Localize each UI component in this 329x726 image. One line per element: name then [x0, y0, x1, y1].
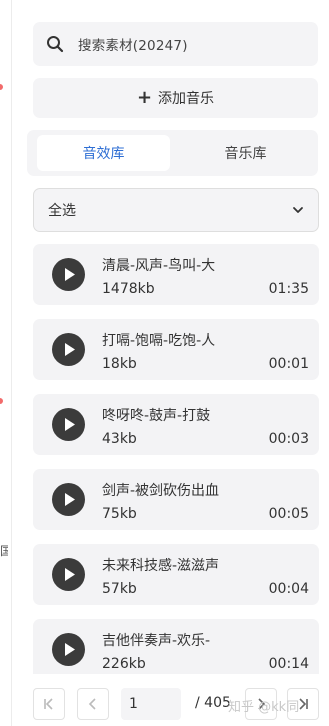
left-edge-strip: 国: [0, 0, 12, 726]
list-item[interactable]: 吉他伴奏声-欢乐- 226kb 00:14: [33, 619, 319, 674]
sound-duration: 00:01: [268, 356, 309, 372]
first-page-icon: [44, 698, 53, 710]
sound-list: 清晨-风声-鸟叫-大 1478kb 01:35 打嗝-饱嗝-吃饱-人 18kb …: [33, 244, 319, 674]
search-icon: [47, 36, 64, 53]
search-input[interactable]: 搜索素材(20247): [33, 22, 318, 66]
play-icon: [65, 568, 75, 581]
list-item[interactable]: 未来科技感-滋滋声 57kb 00:04: [33, 544, 319, 605]
play-icon: [65, 418, 75, 431]
sound-size: 75kb: [102, 506, 137, 522]
sound-name: 清晨-风声-鸟叫-大: [102, 258, 216, 274]
sound-library-panel: 搜索素材(20247) + 添加音乐 音效库 音乐库 全选 清晨-风声-鸟叫-大…: [27, 0, 323, 726]
sound-name: 吉他伴奏声-欢乐-: [102, 633, 211, 649]
sound-name: 咚呀咚-鼓声-打鼓: [102, 408, 211, 424]
play-button[interactable]: [52, 258, 85, 291]
list-item[interactable]: 剑声-被剑砍伤出血 75kb 00:05: [33, 469, 319, 530]
add-music-label: 添加音乐: [158, 91, 215, 107]
sound-name: 打嗝-饱嗝-吃饱-人: [102, 333, 216, 349]
notification-dot: [0, 84, 3, 90]
plus-icon: +: [136, 87, 153, 108]
library-tabs: 音效库 音乐库: [27, 130, 318, 176]
sound-name: 未来科技感-滋滋声: [102, 558, 220, 574]
first-page-button[interactable]: [33, 688, 65, 720]
chevron-down-icon: [293, 207, 303, 213]
category-select-value: 全选: [48, 203, 76, 219]
play-button[interactable]: [52, 483, 85, 516]
sound-size: 43kb: [102, 431, 137, 447]
chevron-left-icon: [88, 698, 96, 710]
sound-duration: 00:05: [268, 506, 309, 522]
list-item[interactable]: 清晨-风声-鸟叫-大 1478kb 01:35: [33, 244, 319, 305]
sound-name: 剑声-被剑砍伤出血: [102, 483, 220, 499]
play-icon: [65, 643, 75, 656]
watermark: 知乎 @kk同: [228, 700, 300, 715]
play-button[interactable]: [52, 408, 85, 441]
list-item[interactable]: 咚呀咚-鼓声-打鼓 43kb 00:03: [33, 394, 319, 455]
list-item[interactable]: 打嗝-饱嗝-吃饱-人 18kb 00:01: [33, 319, 319, 380]
tab-sound-effects[interactable]: 音效库: [37, 135, 170, 171]
play-icon: [65, 268, 75, 281]
tab-music[interactable]: 音乐库: [179, 135, 312, 171]
search-placeholder: 搜索素材(20247): [78, 38, 188, 54]
page-number-input[interactable]: 1: [121, 688, 181, 720]
sound-size: 18kb: [102, 356, 137, 372]
sound-size: 226kb: [102, 656, 146, 672]
category-select[interactable]: 全选: [33, 188, 319, 232]
notification-dot: [0, 398, 3, 404]
play-button[interactable]: [52, 633, 85, 666]
play-icon: [65, 493, 75, 506]
sound-duration: 00:14: [268, 656, 309, 672]
sound-size: 57kb: [102, 581, 137, 597]
sound-duration: 01:35: [268, 281, 309, 297]
prev-page-button[interactable]: [77, 688, 109, 720]
play-button[interactable]: [52, 333, 85, 366]
play-icon: [65, 343, 75, 356]
add-music-button[interactable]: + 添加音乐: [33, 78, 318, 118]
sound-duration: 00:03: [268, 431, 309, 447]
edge-text: 国: [0, 544, 8, 558]
sound-duration: 00:04: [268, 581, 309, 597]
sound-size: 1478kb: [102, 281, 155, 297]
page-total: / 405: [195, 695, 231, 711]
play-button[interactable]: [52, 558, 85, 591]
